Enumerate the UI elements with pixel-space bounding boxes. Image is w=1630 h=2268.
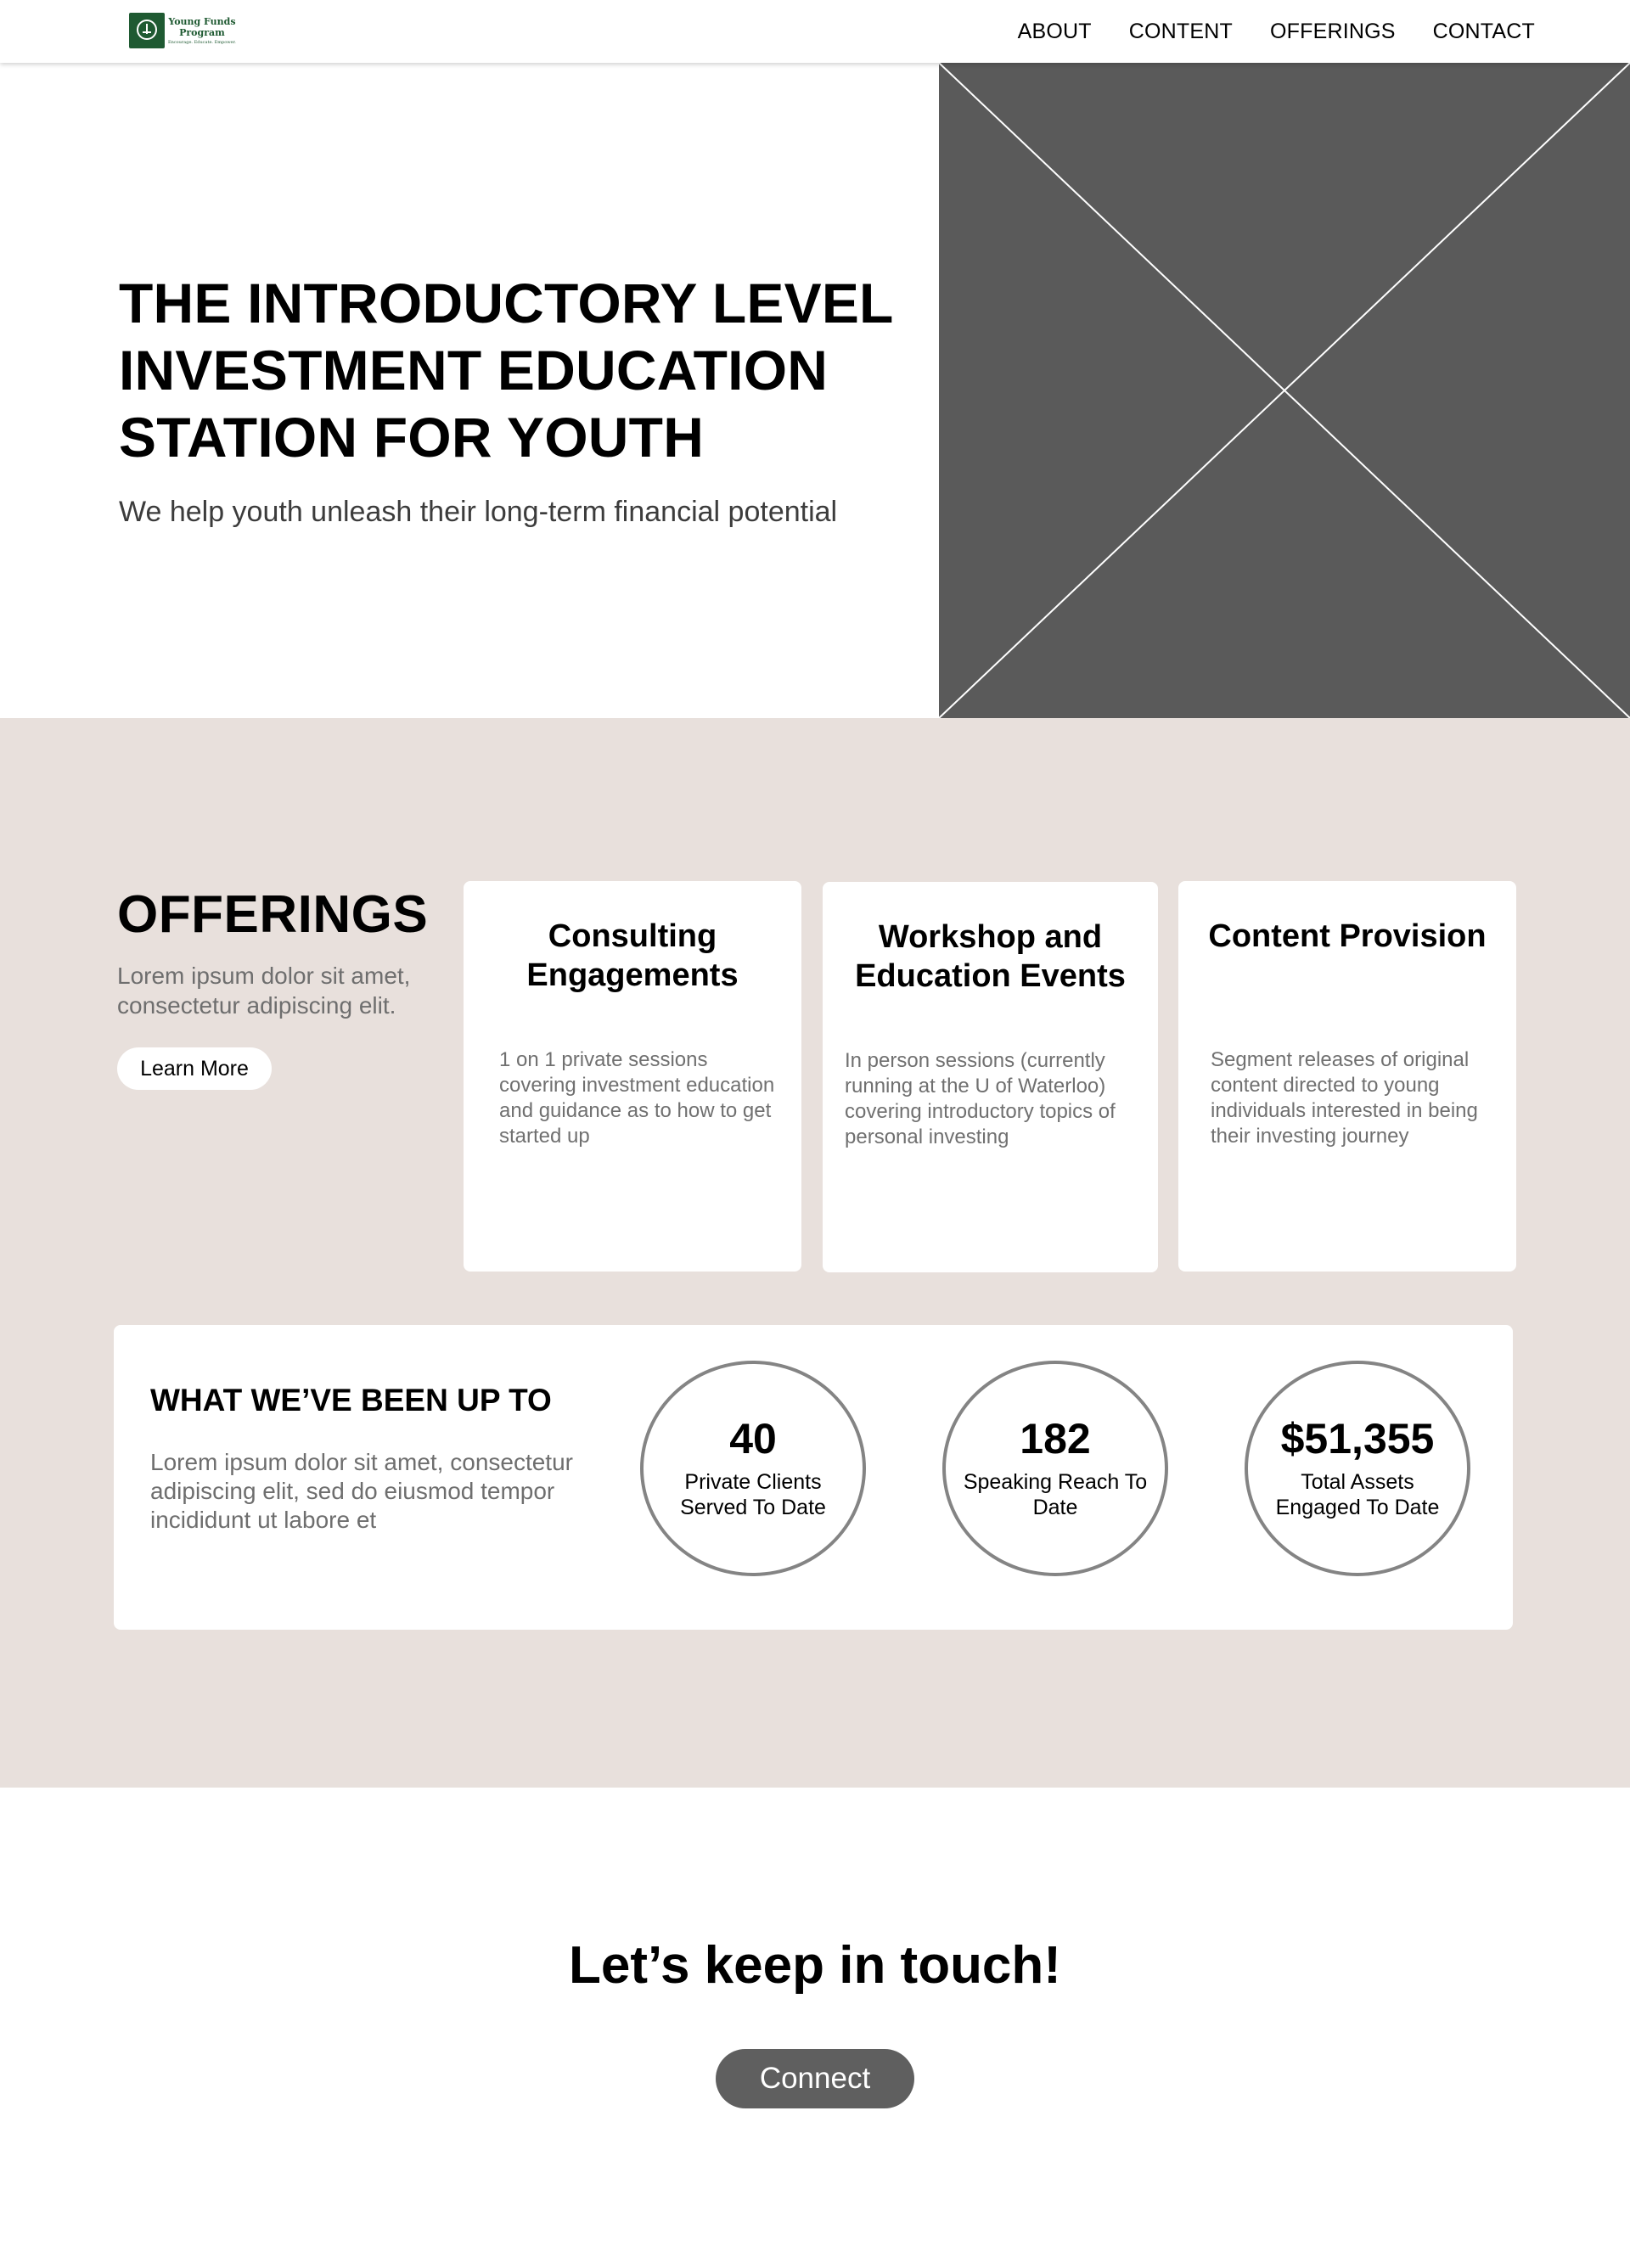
top-navbar: Young Funds Program Encourage. Educate. … [0,0,1630,63]
stats-description: Lorem ipsum dolor sit amet, consectetur … [150,1449,573,1533]
contact-title: Let’s keep in touch! [569,1936,1061,1995]
nav-link-content[interactable]: CONTENT [1129,20,1233,44]
nav-link-contact[interactable]: CONTACT [1433,20,1535,44]
connect-button[interactable]: Connect [716,2049,914,2108]
learn-more-button[interactable]: Learn More [117,1047,272,1090]
offering-card-content[interactable]: Content Provision Segment releases of or… [1178,881,1516,1272]
hero-image-placeholder [939,63,1630,718]
logo-mark-icon [129,13,165,48]
offering-card-body: 1 on 1 private sessions covering investm… [499,1048,775,1148]
logo-line2: Program [179,26,225,38]
offerings-title: OFFERINGS [117,885,429,944]
stats-panel: WHAT WE’VE BEEN UP TO Lorem ipsum dolor … [114,1325,1513,1630]
offering-card-workshop[interactable]: Workshop and Education Events In person … [823,882,1158,1272]
offering-card-body: In person sessions (currently running at… [845,1049,1116,1148]
hero-title: THE INTRODUCTORY LEVEL INVESTMENT EDUCAT… [119,272,893,469]
image-placeholder-icon [939,63,1630,718]
stat-circle-reach: 182 Speaking Reach To Date [942,1361,1168,1576]
nav-links: ABOUT CONTENT OFFERINGS CONTACT [1018,0,1535,63]
offering-card-title: Workshop and Education Events [855,919,1126,994]
stat-value: $51,355 [1280,1415,1435,1462]
offering-card-consulting[interactable]: Consulting Engagements 1 on 1 private se… [464,881,801,1272]
stat-circle-assets: $51,355 Total Assets Engaged To Date [1245,1361,1470,1576]
stat-circle-clients: 40 Private Clients Served To Date [640,1361,866,1576]
stat-label: Private Clients Served To Date [680,1470,826,1519]
hero-subtitle: We help youth unleash their long-term fi… [119,496,838,528]
stat-value: 40 [729,1415,777,1462]
site-logo[interactable]: Young Funds Program Encourage. Educate. … [129,12,241,49]
stats-title: WHAT WE’VE BEEN UP TO [150,1383,552,1418]
stat-label: Total Assets Engaged To Date [1275,1470,1440,1519]
offerings-description: Lorem ipsum dolor sit amet, consectetur … [117,963,411,1019]
offering-card-title: Consulting Engagements [526,918,739,993]
stat-label: Speaking Reach To Date [963,1470,1148,1519]
nav-link-about[interactable]: ABOUT [1018,20,1092,44]
logo-line1: Young Funds [168,15,236,27]
offering-card-body: Segment releases of original content dir… [1211,1048,1478,1148]
logo-tagline: Encourage. Educate. Empower. [168,39,236,45]
logo-text: Young Funds Program Encourage. Educate. … [168,17,236,45]
nav-link-offerings[interactable]: OFFERINGS [1270,20,1396,44]
stat-value: 182 [1020,1415,1091,1462]
offering-card-title: Content Provision [1208,918,1487,954]
